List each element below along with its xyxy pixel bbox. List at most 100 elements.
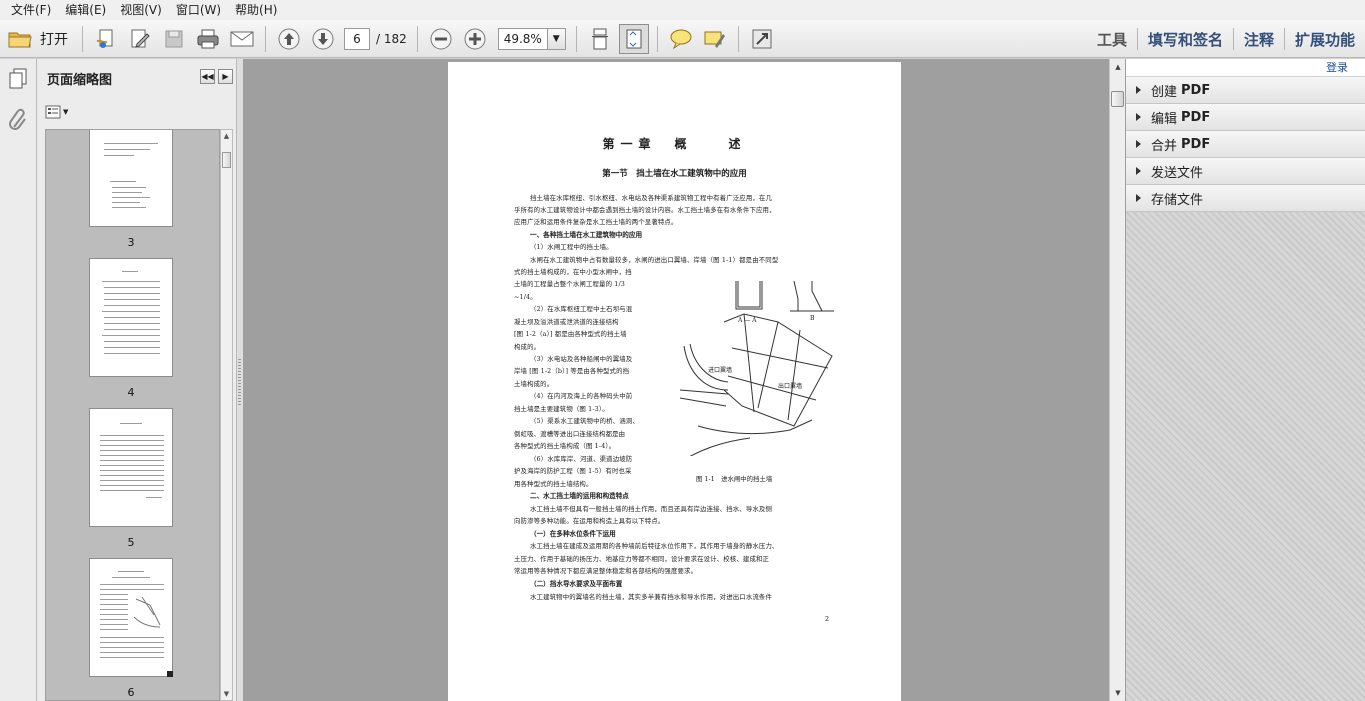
- body-line: 土墙构成的。: [514, 380, 554, 388]
- body-line: 应用广泛和运用条件复杂是水工挡土墙的两个显著特点。: [514, 218, 678, 226]
- section-title: 第一节 挡土墙在水工建筑物中的应用: [602, 169, 747, 179]
- body-line: 水闸在水工建筑物中占有数量较多，水闸的进出口翼墙、岸墙（图 1-1）都是由不同型: [530, 256, 779, 264]
- figure-label-b: B: [810, 315, 815, 322]
- next-page-button[interactable]: [308, 24, 338, 54]
- scroll-up-arrow[interactable]: ▲: [1112, 61, 1124, 73]
- thumbnail-page-6[interactable]: [89, 558, 173, 677]
- body-line: 用各种型式的挡土墙结构。: [514, 480, 593, 488]
- email-button[interactable]: [227, 24, 257, 54]
- comment-button[interactable]: [666, 24, 696, 54]
- zoom-level-input[interactable]: 49.8%: [497, 27, 548, 50]
- document-scrollbar[interactable]: ▲ ▼: [1109, 59, 1125, 701]
- zoom-out-button[interactable]: [426, 24, 456, 54]
- save-icon: [165, 30, 183, 47]
- task-create-pdf[interactable]: 创建 PDF: [1126, 77, 1365, 104]
- collapse-panel-button[interactable]: ◀◀: [200, 69, 215, 84]
- thumbnail-options-button[interactable]: ▼: [45, 105, 68, 119]
- thumbnail-page-5[interactable]: [89, 408, 173, 527]
- arrow-up-icon: [278, 28, 300, 49]
- plus-icon: [464, 28, 486, 49]
- heading-line: （一）在多种水位条件下运用: [530, 530, 616, 538]
- thumbnail-scrollbar[interactable]: ▲ ▼: [220, 129, 233, 701]
- body-line: ~1/4。: [514, 293, 537, 301]
- page-number-input[interactable]: 6: [344, 27, 370, 50]
- menu-file[interactable]: 文件(F): [4, 0, 58, 20]
- envelope-icon: [230, 31, 254, 46]
- body-line: 岸墙 [图 1-2（b）] 等是由各种型式的挡: [514, 367, 630, 375]
- open-button-label: 打开: [40, 31, 68, 48]
- toolbar-separator: [737, 25, 739, 52]
- scroll-down-arrow[interactable]: ▼: [221, 688, 232, 700]
- body-line: 护及海岸的防护工程（图 1-5）有时也采: [514, 467, 632, 475]
- fit-page-button[interactable]: [618, 23, 649, 54]
- toolbar-separator: [656, 25, 658, 52]
- menu-edit[interactable]: 编辑(E): [58, 0, 113, 20]
- document-view[interactable]: 第一章 概 述 第一节 挡土墙在水工建筑物中的应用 挡土墙在水库枢纽、引水枢纽、…: [243, 59, 1109, 701]
- body-line: 土墙的工程量占整个水闸工程量的 1/3: [514, 280, 626, 288]
- full-screen-button[interactable]: [747, 24, 777, 54]
- chevron-down-icon: ▼: [552, 33, 560, 44]
- create-pdf-button[interactable]: [91, 24, 121, 54]
- printer-icon: [197, 29, 219, 48]
- thumbnail-list[interactable]: 3 4 5 6: [45, 129, 220, 701]
- zoom-dropdown-button[interactable]: ▼: [547, 27, 566, 50]
- body-line: 倒虹吸、渡槽等进出口连接结构都是由: [514, 430, 626, 438]
- previous-page-button[interactable]: [274, 24, 304, 54]
- task-label: 合并: [1151, 138, 1178, 154]
- task-store-file[interactable]: 存储文件: [1126, 185, 1365, 212]
- task-label: 发送文件: [1151, 165, 1204, 181]
- body-line: 挡土墙在水库枢纽、引水枢纽、水电站及各种渠系建筑物工程中有着广泛应用，在几: [530, 194, 773, 202]
- heading-line: 二、水工挡土墙的运用和构造特点: [530, 492, 629, 500]
- edit-button[interactable]: [125, 24, 155, 54]
- heading-line: 一、各种挡土墙在水工建筑物中的应用: [530, 231, 643, 239]
- body-line: （6）水库库岸、河道、渠道边坡防: [530, 455, 633, 463]
- speech-bubble-icon: [670, 29, 692, 49]
- body-line: 凝土坝及溢洪道或泄洪道的连接结构: [514, 318, 619, 326]
- task-label: 创建: [1151, 84, 1178, 100]
- body-line: 土压力、作用于基础的扬压力、地基应力等都不相同，设计要求在设计、校核、建成和正: [514, 555, 770, 563]
- task-combine-pdf[interactable]: 合并 PDF: [1126, 131, 1365, 158]
- task-send-file[interactable]: 发送文件: [1126, 158, 1365, 185]
- task-panel: 登录 创建 PDF 编辑 PDF 合并 PDF 发送文件 存储文件: [1125, 59, 1365, 701]
- login-link[interactable]: 登录: [1126, 59, 1365, 77]
- thumbnail-page-3[interactable]: [89, 130, 173, 227]
- save-button[interactable]: [159, 24, 189, 54]
- highlight-button[interactable]: [700, 24, 730, 54]
- task-edit-pdf[interactable]: 编辑 PDF: [1126, 104, 1365, 131]
- scroll-up-arrow[interactable]: ▲: [221, 130, 232, 142]
- body-line: 水工挡土墙在建成及运用期的各种墙前后特征水位作用下，其作用于墙身的静水压力、: [530, 542, 779, 550]
- menu-bar: 文件(F) 编辑(E) 视图(V) 窗口(W) 帮助(H): [0, 0, 1365, 20]
- task-label: 编辑: [1151, 111, 1178, 127]
- attachments-button[interactable]: [7, 107, 29, 131]
- thumbnail-label-4: 4: [127, 386, 135, 399]
- navigation-rail: [0, 59, 37, 701]
- tab-fill-sign[interactable]: 填写和签名: [1138, 29, 1233, 50]
- panel-nav-buttons: ◀◀ ▶: [197, 69, 233, 84]
- thumbnail-scroll-thumb[interactable]: [222, 152, 231, 168]
- body-line: 各种型式的挡土墙构成（图 1-4）。: [514, 442, 616, 450]
- menu-view[interactable]: 视图(V): [113, 0, 169, 20]
- body-line: 常运用等各种情况下都应满足整体稳定和各部结构的强度要求。: [514, 567, 698, 575]
- sluice-gate-figure: A — A B 进口翼墙 出口翼墙: [679, 280, 834, 456]
- expand-panel-button[interactable]: ▶: [218, 69, 233, 84]
- print-button[interactable]: [193, 24, 223, 54]
- body-line: 乎所有的水工建筑物设计中都会遇到挡土墙的设计内容。水工挡土墙多在有水条件下应用，: [514, 206, 776, 214]
- menu-window[interactable]: 窗口(W): [169, 0, 228, 20]
- tab-extended[interactable]: 扩展功能: [1285, 29, 1365, 50]
- body-line: 挡土墙是主要建筑物（图 1-3）。: [514, 405, 609, 413]
- tab-tools[interactable]: 工具: [1087, 29, 1137, 50]
- fit-page-icon: [626, 29, 642, 48]
- expand-triangle-icon: [1136, 167, 1141, 175]
- body-line: 向防渗等多种功能。在运用和构造上具有以下特点。: [514, 517, 665, 525]
- tab-comment[interactable]: 注释: [1234, 29, 1284, 50]
- scroll-mode-button[interactable]: [585, 24, 615, 54]
- scroll-down-arrow[interactable]: ▼: [1112, 687, 1124, 699]
- body-line: （1）水闸工程中的挡土墙。: [530, 243, 613, 251]
- open-button[interactable]: 打开: [0, 24, 76, 54]
- document-scroll-thumb[interactable]: [1111, 91, 1124, 107]
- body-line: 水工挡土墙不但具有一般挡土墙的挡土作用，而且还具有岸边连接、挡水、导水及侧: [530, 505, 773, 513]
- page-thumbnails-button[interactable]: [7, 67, 29, 91]
- menu-help[interactable]: 帮助(H): [228, 0, 284, 20]
- zoom-in-button[interactable]: [460, 24, 490, 54]
- thumbnail-page-4[interactable]: [89, 258, 173, 377]
